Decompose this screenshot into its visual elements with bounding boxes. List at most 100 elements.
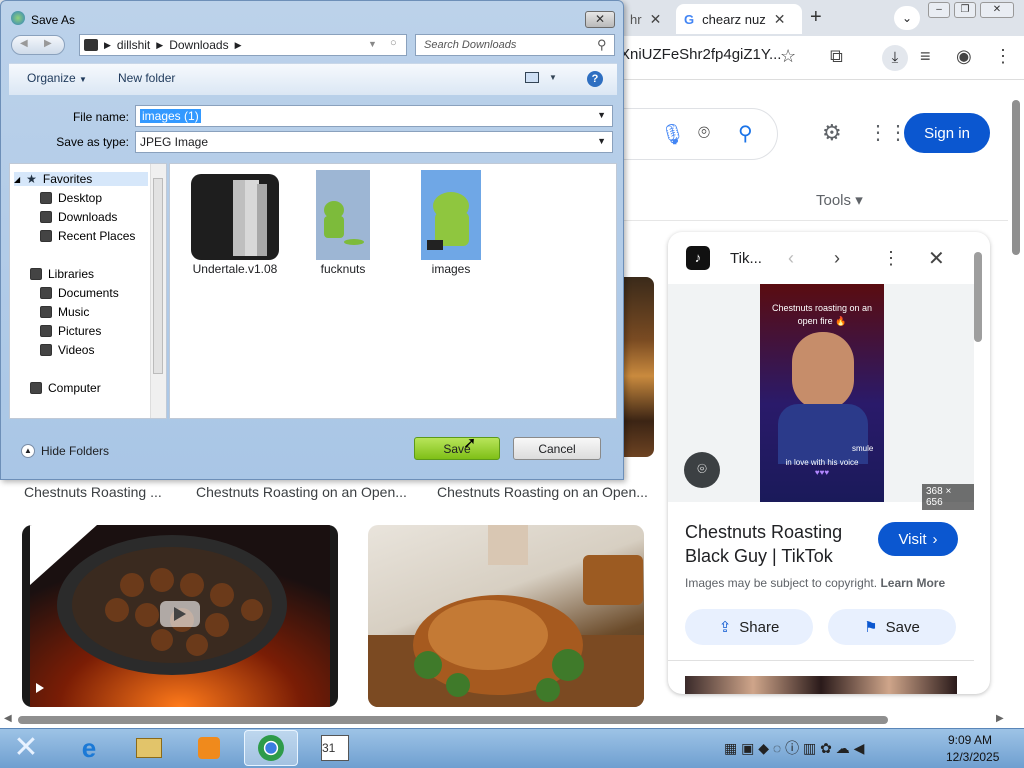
tab-background[interactable]: hr ✕ <box>622 4 674 34</box>
collapse-icon[interactable]: ▲ <box>21 444 35 458</box>
organize-menu[interactable]: Organize ▼ <box>27 71 87 85</box>
tree-favorites[interactable]: ◢ ★ Favorites <box>14 172 148 186</box>
view-icon[interactable] <box>525 72 539 83</box>
window-close-button[interactable]: ✕ <box>980 2 1014 18</box>
scroll-left-icon[interactable]: ◀ <box>4 713 12 724</box>
voice-search-icon[interactable]: 🎙 <box>660 122 685 147</box>
dialog-close-button[interactable]: ✕ <box>585 11 615 28</box>
result-image-chestnuts[interactable] <box>22 525 338 707</box>
new-tab-button[interactable]: + <box>810 6 822 29</box>
download-icon[interactable]: ⤓ <box>882 45 908 71</box>
tray-icons[interactable]: ▦ ▣ ◆ ◌ ⓘ ▥ ✿ ☁ ◀ <box>724 738 864 758</box>
lens-icon[interactable]: ⌾ <box>698 122 710 145</box>
tree-recent-places[interactable]: Recent Places <box>40 229 135 243</box>
panel-title[interactable]: Chestnuts Roasting Black Guy | TikTok <box>685 520 873 568</box>
search-icon[interactable]: ⚲ <box>738 121 753 146</box>
horizontal-scroll-thumb[interactable] <box>18 716 888 724</box>
help-icon[interactable]: ? <box>587 71 603 87</box>
result-image-roast[interactable] <box>368 525 644 707</box>
expand-icon[interactable]: ◢ <box>14 175 20 184</box>
vertical-scroll-thumb[interactable] <box>1012 100 1020 255</box>
related-images-strip[interactable] <box>685 676 957 694</box>
file-name: Undertale.v1.08 <box>192 262 278 276</box>
breadcrumb[interactable]: ▶ dillshit ▶ Downloads ▶ ▼ ○ <box>79 34 407 56</box>
back-arrow-icon[interactable]: ◀ <box>20 38 28 49</box>
media-icon[interactable]: ≡ <box>920 46 931 67</box>
tree-libraries[interactable]: Libraries <box>30 267 94 281</box>
taskbar-chrome-icon[interactable] <box>244 730 298 766</box>
save-type-select[interactable]: JPEG Image ▼ <box>135 131 613 153</box>
minimize-button[interactable]: – <box>928 2 950 18</box>
result-thumbnail[interactable] <box>620 277 654 457</box>
source-label[interactable]: Tik... <box>730 250 762 267</box>
file-name-label: File name: <box>72 110 129 124</box>
clock-date[interactable]: 12/3/2025 <box>946 750 999 764</box>
previous-arrow-icon[interactable]: ‹ <box>788 248 794 269</box>
tab-search-icon[interactable]: ⌄ <box>894 6 920 30</box>
save-panel-button[interactable]: ⚑ Save <box>828 609 956 645</box>
tools-menu[interactable]: Tools ▾ <box>816 191 863 209</box>
menu-icon[interactable]: ⋮ <box>994 46 1012 67</box>
next-arrow-icon[interactable]: › <box>834 248 840 269</box>
star-icon[interactable]: ☆ <box>780 46 796 67</box>
restore-button[interactable]: ❐ <box>954 2 976 18</box>
panel-scrollbar[interactable] <box>974 252 982 342</box>
dropdown-arrow-icon[interactable]: ▼ <box>597 110 606 120</box>
profile-icon[interactable]: ◉ <box>956 46 972 67</box>
tree-pictures[interactable]: Pictures <box>40 324 101 338</box>
file-item[interactable]: Undertale.v1.08 <box>180 170 290 276</box>
close-icon[interactable]: ✕ <box>650 11 662 28</box>
search-downloads-input[interactable]: Search Downloads <box>415 34 615 56</box>
taskbar-explorer-icon[interactable] <box>122 730 176 766</box>
breadcrumb-item[interactable]: dillshit <box>117 38 150 52</box>
taskbar-media-icon[interactable] <box>182 730 236 766</box>
tree-scroll-thumb[interactable] <box>153 178 163 374</box>
cancel-button[interactable]: Cancel <box>513 437 601 460</box>
learn-more-link[interactable]: Learn More <box>880 576 945 590</box>
preview-image[interactable]: Chestnuts roasting on an open fire 🔥 smu… <box>760 284 884 502</box>
taskbar-calendar-icon[interactable]: 31 <box>308 730 362 766</box>
forward-arrow-icon[interactable]: ▶ <box>44 38 52 49</box>
dropdown-arrow-icon[interactable]: ▼ <box>597 136 606 146</box>
back-forward-buttons[interactable]: ◀ ▶ <box>11 35 65 55</box>
taskbar-ie-icon[interactable]: e <box>62 730 116 766</box>
tree-downloads[interactable]: Downloads <box>40 210 117 224</box>
more-options-icon[interactable]: ⋮ <box>882 248 900 269</box>
lens-search-icon[interactable]: ⌾ <box>684 452 720 488</box>
tab-active[interactable]: G chearz nuz ✕ <box>676 4 802 34</box>
file-list[interactable]: Undertale.v1.08 fucknuts images <box>169 163 617 419</box>
file-item[interactable]: images <box>396 170 506 276</box>
tree-documents[interactable]: Documents <box>40 286 119 300</box>
extensions-icon[interactable]: ⧉ <box>830 46 843 67</box>
apps-grid-icon[interactable]: ⋮⋮ <box>868 120 908 145</box>
sign-in-button[interactable]: Sign in <box>904 113 990 153</box>
refresh-icon[interactable]: ○ <box>390 37 397 49</box>
result-caption[interactable]: Chestnuts Roasting on an Open... <box>437 484 648 500</box>
result-caption[interactable]: Chestnuts Roasting ... <box>24 484 162 500</box>
dropdown-arrow-icon[interactable]: ▼ <box>368 39 377 49</box>
result-caption[interactable]: Chestnuts Roasting on an Open... <box>196 484 407 500</box>
tree-music[interactable]: Music <box>40 305 89 319</box>
file-name-input[interactable]: images (1) ▼ <box>135 105 613 127</box>
close-icon[interactable]: ✕ <box>774 11 786 28</box>
start-button-icon[interactable]: ✕ <box>6 730 46 766</box>
settings-gear-icon[interactable]: ⚙ <box>822 120 842 146</box>
clock-time[interactable]: 9:09 AM <box>948 733 992 747</box>
file-item[interactable]: fucknuts <box>288 170 398 276</box>
save-button[interactable]: Save <box>414 437 500 460</box>
hide-folders-button[interactable]: Hide Folders <box>41 444 109 458</box>
close-panel-icon[interactable]: ✕ <box>928 246 945 271</box>
scroll-right-icon[interactable]: ▶ <box>996 713 1004 724</box>
navigation-pane[interactable]: ◢ ★ Favorites Desktop Downloads Recent Pla… <box>9 163 167 419</box>
new-folder-button[interactable]: New folder <box>118 71 175 85</box>
address-bar[interactable]: XniUZFeShr2fp4giZ1Y... <box>620 46 781 63</box>
tree-videos[interactable]: Videos <box>40 343 94 357</box>
tree-computer[interactable]: Computer <box>30 381 101 395</box>
tree-desktop[interactable]: Desktop <box>40 191 102 205</box>
search-icon[interactable]: ⚲ <box>597 37 607 53</box>
breadcrumb-item[interactable]: Downloads <box>169 38 228 52</box>
visit-label: Visit <box>898 530 927 548</box>
view-dropdown-icon[interactable]: ▼ <box>549 73 557 82</box>
visit-button[interactable]: Visit › <box>878 522 958 556</box>
share-button[interactable]: ⇪ Share <box>685 609 813 645</box>
